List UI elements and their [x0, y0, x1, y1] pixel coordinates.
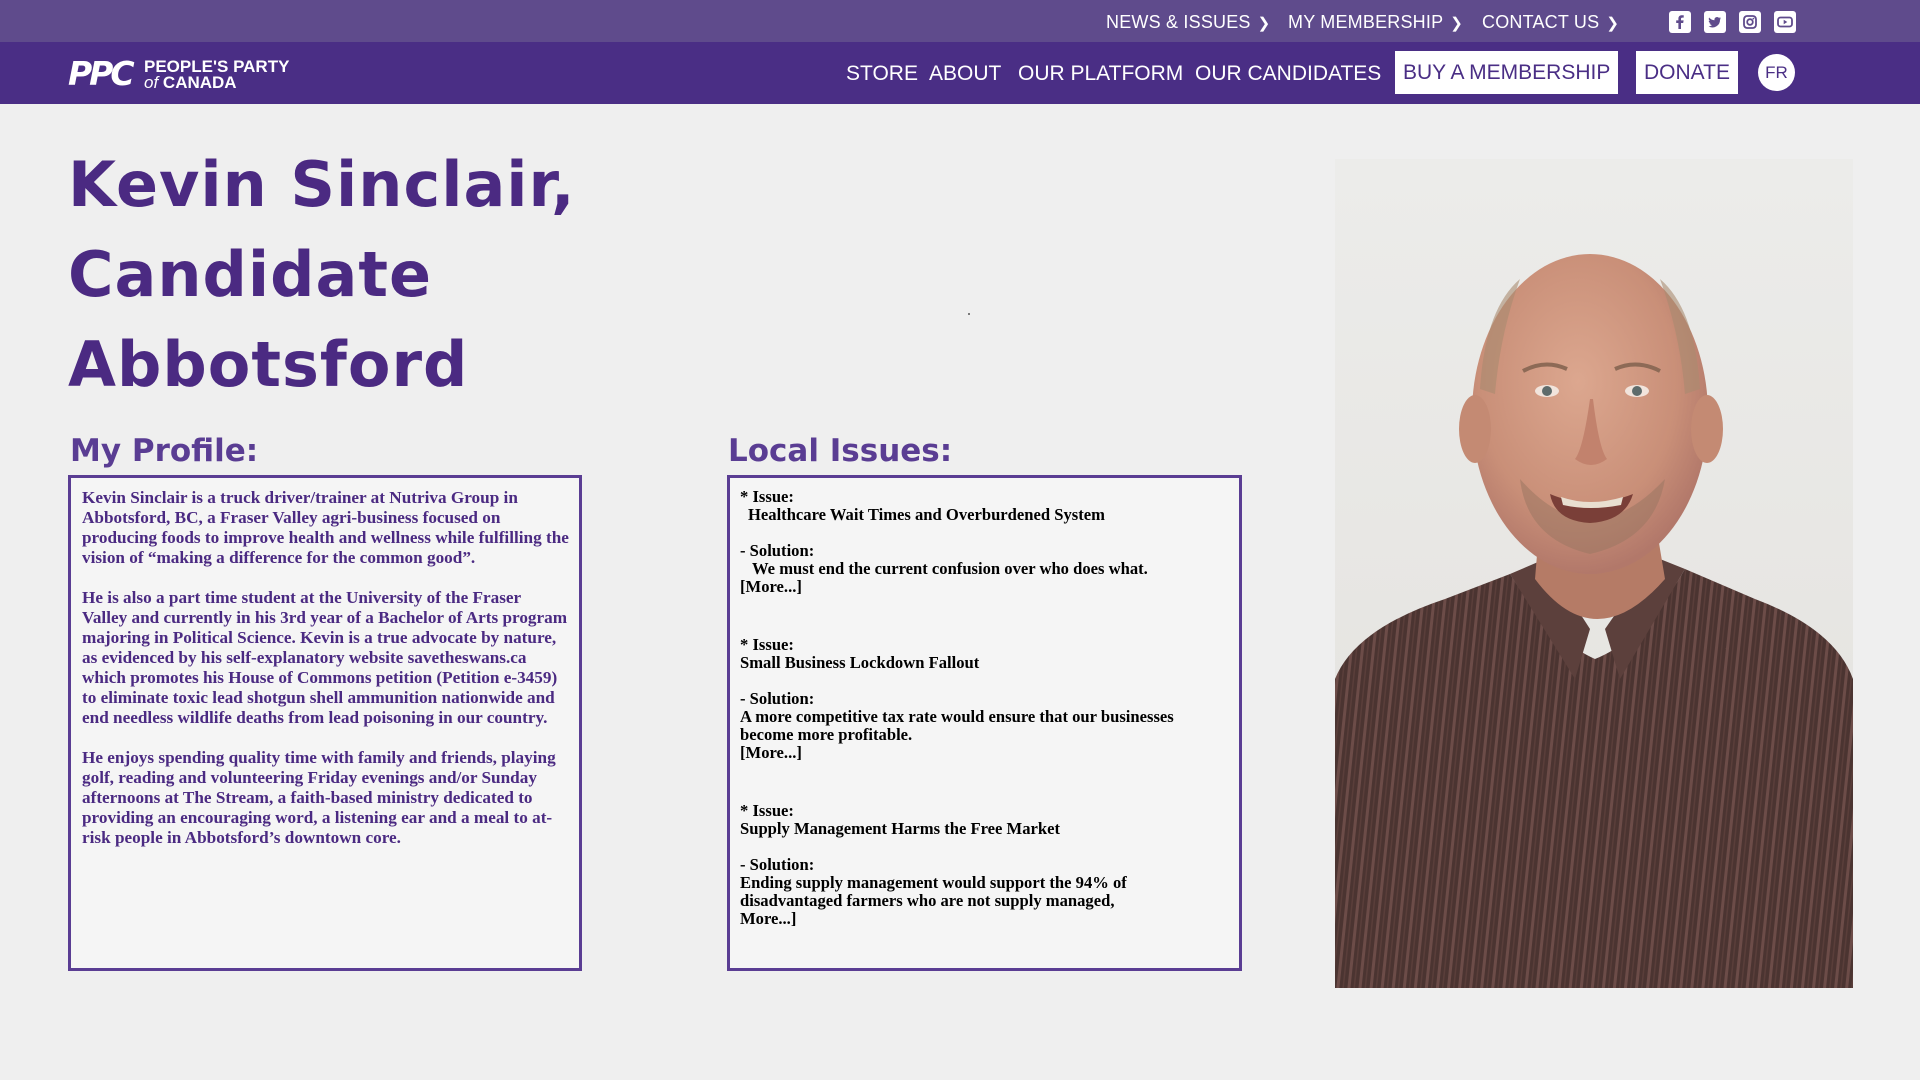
page-title: Kevin Sinclair, Candidate Abbotsford: [68, 140, 688, 410]
profile-paragraph: He enjoys spending quality time with fam…: [82, 748, 556, 847]
contact-us-link[interactable]: CONTACT US ❯: [1482, 12, 1619, 33]
ppc-logo-mark: PPC: [68, 54, 135, 93]
stray-dot: [968, 313, 970, 315]
issue-title: Small Business Lockdown Fallout: [740, 653, 980, 672]
language-toggle-button[interactable]: FR: [1758, 54, 1795, 91]
issue-title: Healthcare Wait Times and Overburdened S…: [748, 505, 1105, 524]
nav-about[interactable]: ABOUT: [929, 62, 1001, 86]
issue-label: * Issue:: [740, 487, 794, 506]
contact-us-label: CONTACT US: [1482, 12, 1600, 32]
utility-bar: NEWS & ISSUES ❯ MY MEMBERSHIP ❯ CONTACT US…: [0, 0, 1920, 42]
solution-label: - Solution:: [740, 855, 815, 874]
solution-text: Ending supply management would support t…: [740, 873, 1127, 910]
more-link[interactable]: [More...]: [740, 744, 1231, 762]
solution-text: We must end the current confusion over w…: [752, 559, 1148, 578]
my-membership-label: MY MEMBERSHIP: [1288, 12, 1444, 32]
issue-label: * Issue:: [740, 801, 794, 820]
donate-button[interactable]: DONATE: [1636, 51, 1738, 94]
instagram-icon[interactable]: [1739, 11, 1761, 33]
title-line-role: Candidate: [68, 238, 433, 311]
title-line-riding: Abbotsford: [68, 328, 469, 401]
logo-line-2: of CANADA: [144, 74, 237, 92]
chevron-right-icon: ❯: [1606, 15, 1620, 32]
nav-store[interactable]: STORE: [846, 62, 918, 86]
solution-label: - Solution:: [740, 689, 815, 708]
buy-membership-button[interactable]: BUY A MEMBERSHIP: [1395, 51, 1619, 94]
solution-text: A more competitive tax rate would ensure…: [740, 707, 1174, 744]
more-link[interactable]: More...]: [740, 910, 1231, 928]
chevron-right-icon: ❯: [1450, 15, 1464, 32]
chevron-right-icon: ❯: [1257, 15, 1271, 32]
logo-of: of: [144, 73, 159, 92]
my-membership-link[interactable]: MY MEMBERSHIP ❯: [1288, 12, 1463, 33]
nav-our-platform[interactable]: OUR PLATFORM: [1018, 62, 1183, 86]
issue-item: * Issue: Small Business Lockdown Fallout…: [740, 636, 1231, 762]
news-issues-label: NEWS & ISSUES: [1106, 12, 1251, 32]
candidate-photo: [1335, 159, 1853, 988]
profile-heading: My Profile:: [70, 433, 259, 469]
profile-box: Kevin Sinclair is a truck driver/trainer…: [68, 475, 582, 971]
twitter-icon[interactable]: [1704, 11, 1726, 33]
more-link[interactable]: [More...]: [740, 578, 1231, 596]
issue-title: Supply Management Harms the Free Market: [740, 819, 1060, 838]
issue-label: * Issue:: [740, 635, 794, 654]
news-issues-link[interactable]: NEWS & ISSUES ❯: [1106, 12, 1270, 33]
facebook-icon[interactable]: [1669, 11, 1691, 33]
issues-box: * Issue: Healthcare Wait Times and Overb…: [727, 475, 1242, 971]
profile-paragraph: Kevin Sinclair is a truck driver/trainer…: [82, 488, 569, 567]
solution-label: - Solution:: [740, 541, 815, 560]
logo-canada: CANADA: [162, 73, 237, 92]
issue-item: * Issue: Supply Management Harms the Fre…: [740, 802, 1231, 928]
nav-our-candidates[interactable]: OUR CANDIDATES: [1195, 62, 1381, 86]
issue-item: * Issue: Healthcare Wait Times and Overb…: [740, 488, 1231, 596]
issues-heading: Local Issues:: [728, 433, 953, 469]
youtube-icon[interactable]: [1774, 11, 1796, 33]
title-line-name: Kevin Sinclair,: [68, 148, 576, 221]
profile-paragraph: He is also a part time student at the Un…: [82, 588, 568, 727]
